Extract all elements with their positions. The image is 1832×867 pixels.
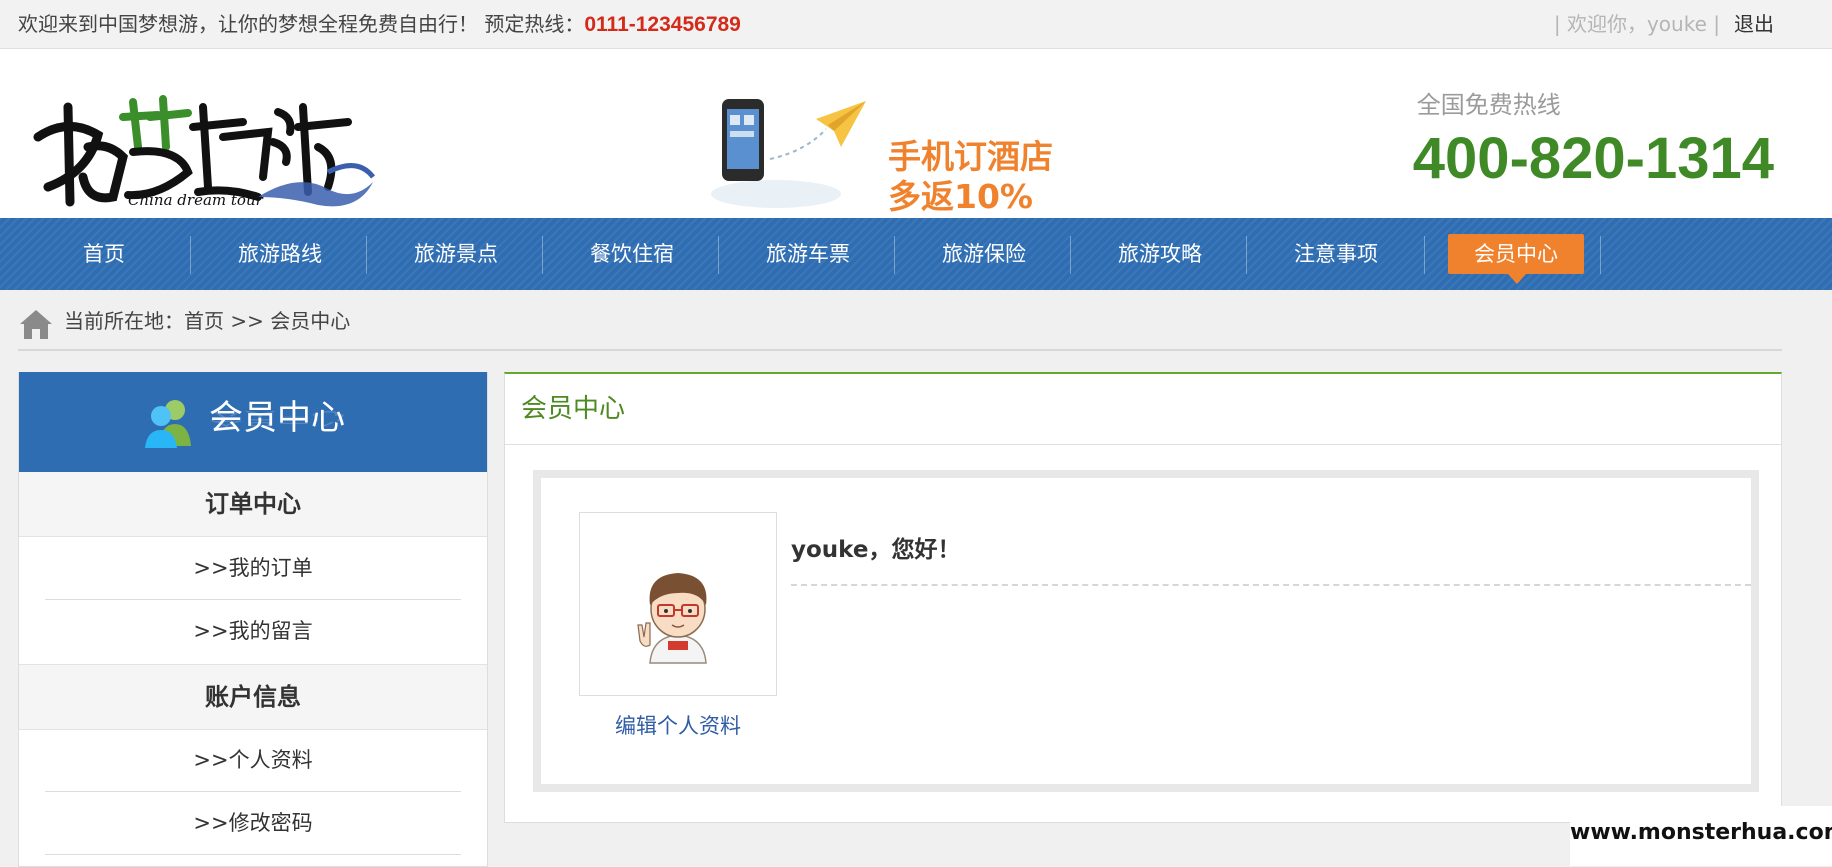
top-bar: 欢迎来到中国梦想游，让你的梦想全程免费自由行！ 预定热线：0111-123456… [0, 0, 1832, 49]
nav-notices[interactable]: 注意事项 [1266, 234, 1406, 274]
section-account-info: 账户信息 [19, 664, 487, 730]
greeting-divider [791, 584, 1751, 586]
nav-tour-routes[interactable]: 旅游路线 [210, 234, 350, 274]
link-profile[interactable]: >>个人资料 [45, 729, 461, 792]
promo-line-2: 多返10% [888, 177, 1033, 216]
watermark: www.monsterhua.com [1570, 806, 1832, 866]
nav-home[interactable]: 首页 [34, 234, 174, 274]
avatar[interactable] [579, 512, 777, 696]
hotline-label: 全国免费热线 [1416, 91, 1561, 119]
nav-member-center[interactable]: 会员中心 [1448, 234, 1584, 284]
nav-guides[interactable]: 旅游攻略 [1090, 234, 1230, 274]
svg-text:China dream tour: China dream tour [128, 191, 264, 207]
nav-divider [1424, 236, 1425, 274]
panel-title-divider [505, 444, 1781, 445]
user-greeting-heading: youke，您好！ [791, 537, 961, 563]
section-order-center: 订单中心 [19, 472, 487, 537]
main-nav: 首页 旅游路线 旅游景点 餐饮住宿 旅游车票 旅游保险 旅游攻略 注意事项 会员… [0, 218, 1832, 290]
nav-scenic-spots[interactable]: 旅游景点 [386, 234, 526, 274]
users-icon [145, 400, 191, 448]
profile-card: 编辑个人资料 youke，您好！ [533, 470, 1759, 792]
site-header: China dream tour 手机订酒店 多返10% 全国免费热线 400-… [0, 49, 1832, 218]
edit-profile-link[interactable]: 编辑个人资料 [579, 710, 777, 740]
promo-text: 手机订酒店 多返10% [888, 137, 1053, 217]
nav-divider [542, 236, 543, 274]
user-greeting: | 欢迎你，youke | [1553, 12, 1720, 36]
welcome-text: 欢迎来到中国梦想游，让你的梦想全程免费自由行！ 预定热线： [18, 12, 585, 36]
nav-divider [190, 236, 191, 274]
link-my-orders[interactable]: >>我的订单 [45, 537, 461, 600]
breadcrumb-divider [18, 349, 1782, 351]
home-icon [20, 310, 52, 339]
breadcrumb-text: 当前所在地：首页 >> 会员中心 [64, 309, 351, 333]
link-change-password[interactable]: >>修改密码 [45, 792, 461, 855]
hotline-number: 400-820-1314 [1412, 126, 1774, 191]
phone-plane-icon [711, 99, 866, 208]
nav-divider [1600, 236, 1601, 274]
nav-dining-lodging[interactable]: 餐饮住宿 [562, 234, 702, 274]
link-my-messages[interactable]: >>我的留言 [45, 600, 461, 662]
nav-divider [718, 236, 719, 274]
panel-title: 会员中心 [521, 394, 626, 424]
free-hotline: 全国免费热线 400-820-1314 [1413, 85, 1774, 194]
sidebar: 会员中心 会员中心 订单中心 >>我的订单 >>我的留言 账户信息 >>个人资料… [18, 372, 488, 867]
user-area: | 欢迎你，youke | 退出 [1554, 0, 1774, 48]
promo-banner[interactable]: 手机订酒店 多返10% [706, 89, 1066, 229]
nav-divider [1070, 236, 1071, 274]
welcome-message: 欢迎来到中国梦想游，让你的梦想全程免费自由行！ 预定热线：0111-123456… [18, 0, 741, 49]
nav-divider [366, 236, 367, 274]
avatar-illustration-icon [637, 573, 707, 664]
nav-insurance[interactable]: 旅游保险 [914, 234, 1054, 274]
nav-divider [1246, 236, 1247, 274]
promo-line-1: 手机订酒店 [888, 137, 1053, 176]
logout-link[interactable]: 退出 [1734, 12, 1774, 36]
booking-hotline: 0111-123456789 [584, 13, 741, 36]
nav-divider [894, 236, 895, 274]
nav-tickets[interactable]: 旅游车票 [738, 234, 878, 274]
site-logo[interactable]: China dream tour [28, 77, 388, 207]
member-panel: 会员中心 编辑个人资料 youke，您好！ [504, 372, 1782, 823]
sidebar-title-reflection: 会员中心 [209, 408, 345, 428]
sidebar-header: 会员中心 会员中心 [19, 372, 487, 472]
